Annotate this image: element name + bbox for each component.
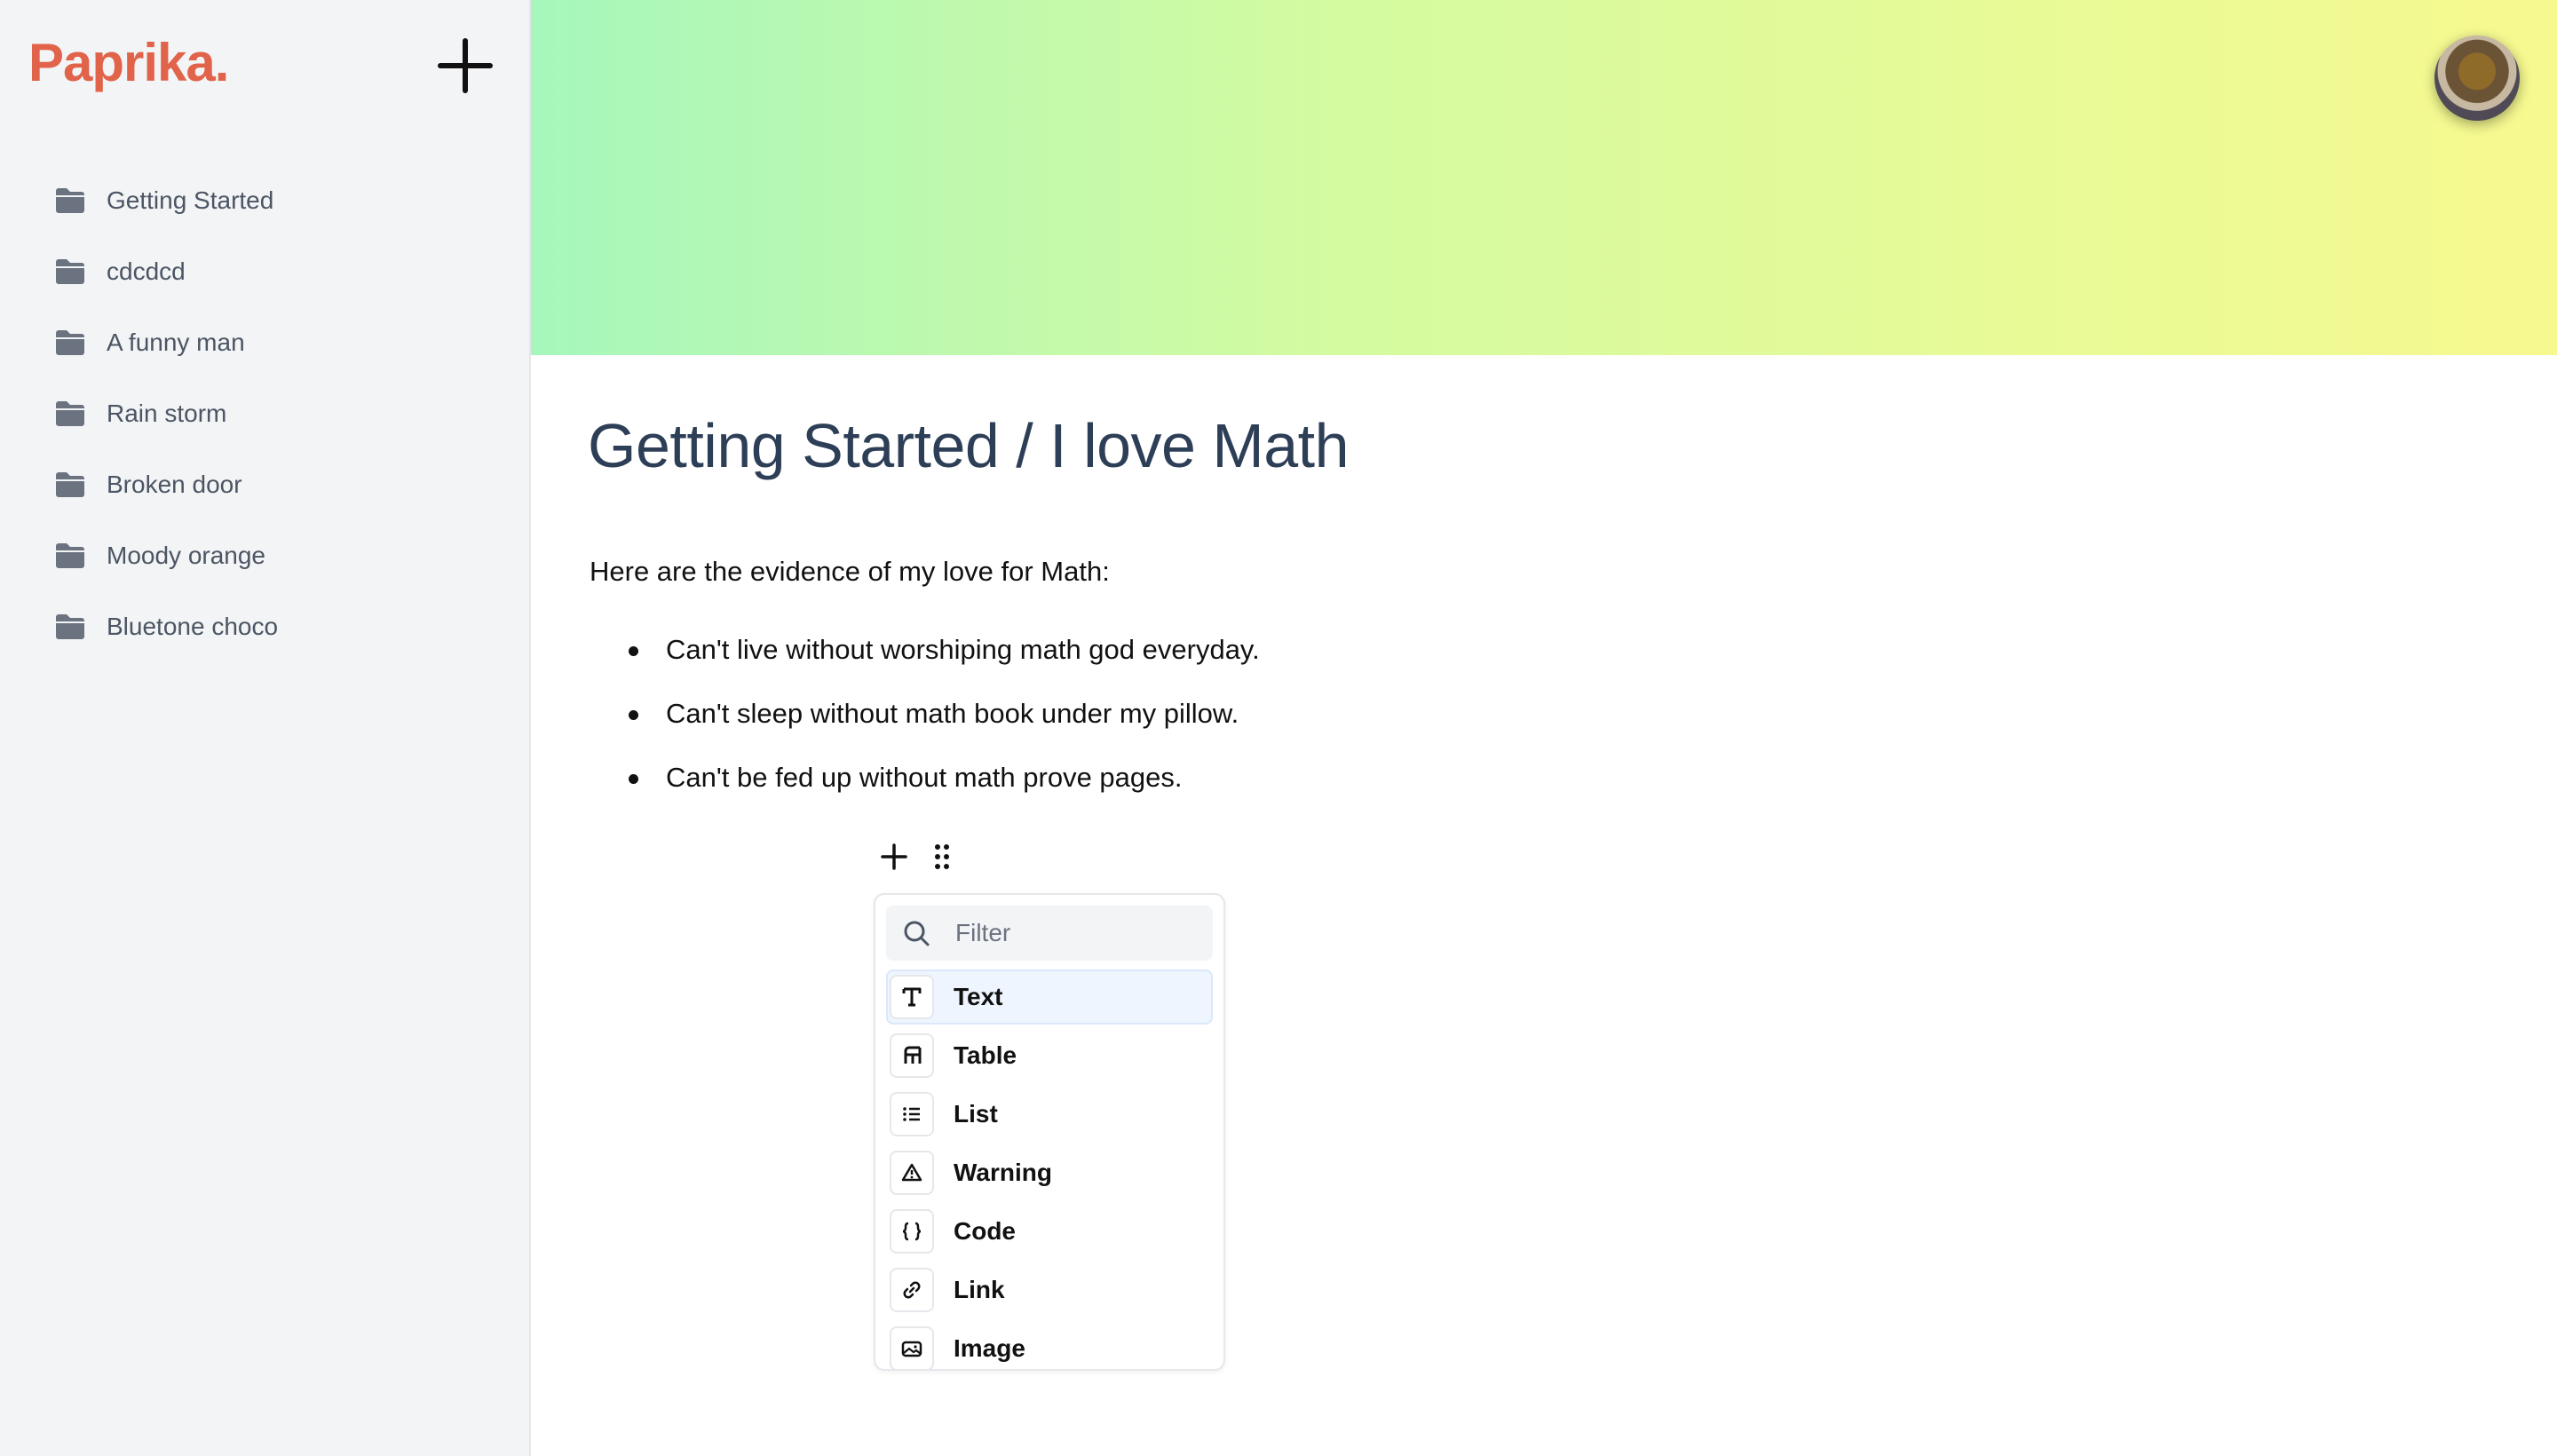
page-title: Getting Started / I love Math (588, 411, 1350, 480)
link-icon (890, 1268, 934, 1312)
menu-item-label: Code (954, 1217, 1016, 1245)
app-logo[interactable]: Paprika. (28, 32, 229, 93)
menu-items: Text Table List Warning Code Link Image (886, 969, 1213, 1369)
menu-item-code[interactable]: Code (886, 1204, 1213, 1259)
intro-paragraph[interactable]: Here are the evidence of my love for Mat… (590, 556, 1110, 588)
menu-item-label: Table (954, 1041, 1017, 1069)
code-icon (890, 1209, 934, 1254)
warning-icon (890, 1151, 934, 1195)
sidebar-item-label: Moody orange (107, 542, 266, 569)
add-block-button[interactable] (879, 842, 909, 872)
list-item[interactable]: Can't be fed up without math prove pages… (590, 749, 1260, 813)
sidebar-item-label: Getting Started (107, 186, 274, 214)
sidebar-nav: Getting Started cdcdcd A funny man Rain … (0, 165, 529, 662)
menu-item-link[interactable]: Link (886, 1262, 1213, 1318)
menu-item-warning[interactable]: Warning (886, 1145, 1213, 1200)
add-page-button[interactable] (435, 36, 495, 96)
menu-item-label: Text (954, 983, 1003, 1010)
menu-item-text[interactable]: Text (886, 969, 1213, 1025)
sidebar-item-broken-door[interactable]: Broken door (0, 449, 529, 520)
sidebar-item-moody-orange[interactable]: Moody orange (0, 520, 529, 591)
folder-icon (56, 188, 84, 213)
sidebar: Paprika. Getting Started cdcdcd A funny … (0, 0, 531, 1456)
filter-input[interactable] (954, 918, 1206, 948)
sidebar-item-cdcdcd[interactable]: cdcdcd (0, 236, 529, 307)
sidebar-item-label: Bluetone choco (107, 613, 279, 640)
list-item[interactable]: Can't sleep without math book under my p… (590, 685, 1260, 749)
sidebar-item-getting-started[interactable]: Getting Started (0, 165, 529, 236)
menu-item-label: Warning (954, 1159, 1052, 1186)
sidebar-item-rain-storm[interactable]: Rain storm (0, 378, 529, 449)
folder-icon (56, 401, 84, 426)
table-icon (890, 1033, 934, 1078)
sidebar-item-label: cdcdcd (107, 257, 186, 285)
folder-icon (56, 330, 84, 355)
plus-icon (881, 843, 907, 870)
folder-icon (56, 259, 84, 284)
folder-icon (56, 543, 84, 568)
block-type-menu: Text Table List Warning Code (874, 893, 1225, 1371)
list-item[interactable]: Can't live without worshiping math god e… (590, 621, 1260, 685)
sidebar-item-label: Rain storm (107, 400, 227, 427)
menu-item-table[interactable]: Table (886, 1028, 1213, 1083)
sidebar-item-a-funny-man[interactable]: A funny man (0, 307, 529, 378)
sidebar-item-label: Broken door (107, 471, 242, 498)
cover-banner (531, 0, 2557, 355)
list-icon (890, 1092, 934, 1136)
plus-icon (438, 38, 493, 93)
drag-handle[interactable] (930, 842, 954, 872)
image-icon (890, 1326, 934, 1369)
bullet-list: Can't live without worshiping math god e… (590, 621, 1260, 813)
filter-box (886, 906, 1213, 961)
menu-item-list[interactable]: List (886, 1087, 1213, 1142)
menu-item-label: List (954, 1100, 998, 1128)
text-icon (890, 975, 934, 1019)
folder-icon (56, 472, 84, 497)
menu-item-label: Image (954, 1334, 1025, 1362)
folder-icon (56, 614, 84, 639)
user-avatar[interactable] (2434, 36, 2520, 121)
drag-handle-icon (935, 844, 949, 869)
menu-item-image[interactable]: Image (886, 1321, 1213, 1369)
search-icon (904, 921, 930, 946)
sidebar-item-bluetone-choco[interactable]: Bluetone choco (0, 591, 529, 662)
sidebar-item-label: A funny man (107, 328, 245, 356)
menu-item-label: Link (954, 1276, 1005, 1303)
